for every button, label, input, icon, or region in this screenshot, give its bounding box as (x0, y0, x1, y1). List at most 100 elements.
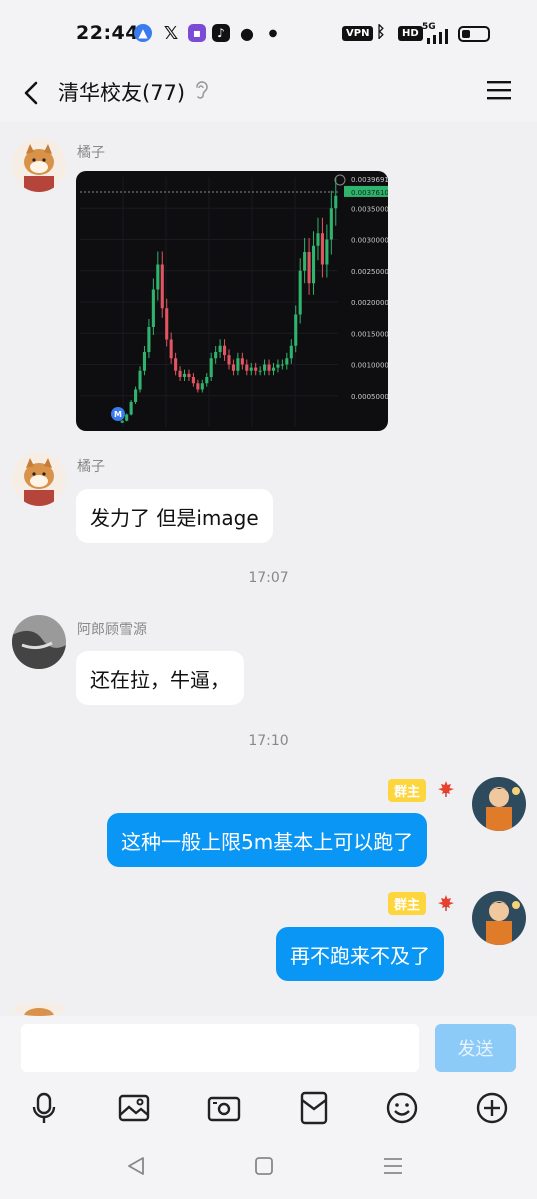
candle (200, 383, 204, 390)
nav-home-icon[interactable] (252, 1154, 276, 1178)
message-bubble[interactable]: 发力了 但是image (76, 489, 273, 543)
message-bubble[interactable]: 还在拉，牛逼， (76, 651, 244, 705)
candle (320, 233, 324, 265)
nav-back-icon[interactable] (124, 1154, 148, 1178)
wechat-icon: ● (240, 23, 254, 43)
candle (258, 370, 262, 372)
candle (120, 420, 124, 423)
tiktok-icon: ♪ (212, 24, 230, 42)
chart-plus-icon (334, 174, 346, 186)
candle (178, 370, 182, 377)
app-icon: ▪ (188, 24, 206, 42)
candle (249, 367, 253, 371)
message-bubble[interactable]: 这种一般上限5m基本上可以跑了 (107, 813, 428, 867)
candle (169, 339, 173, 359)
candle (298, 270, 302, 315)
candle (231, 364, 236, 371)
candle (182, 373, 187, 377)
sender-name: 橘子 (77, 459, 105, 475)
price-label: 0.0020000 (351, 299, 388, 307)
candle (276, 364, 280, 368)
candle (294, 314, 298, 346)
candle (209, 358, 213, 377)
x-icon: 𝕏 (163, 22, 179, 44)
chat-title[interactable]: 清华校友(77) (58, 77, 185, 107)
candle (222, 345, 227, 356)
price-label: 0.0025000 (351, 268, 388, 276)
candle (267, 364, 271, 371)
system-nav-bar (0, 1132, 537, 1199)
price-label: 0.0035000 (351, 205, 388, 213)
candle (191, 377, 195, 384)
message-bubble[interactable]: 再不跑来不及了 (276, 927, 444, 981)
candle (196, 383, 200, 390)
status-bar: 22:44 ▲ 𝕏 ▪ ♪ ● ● VPN ᛒ HD 5G (0, 0, 537, 68)
avatar[interactable] (472, 891, 526, 945)
candle (165, 308, 169, 340)
candle (147, 327, 151, 352)
image-icon[interactable] (116, 1090, 152, 1126)
candle (316, 233, 320, 246)
menu-icon[interactable] (486, 78, 512, 102)
vpn-icon: VPN (342, 26, 374, 41)
sender-name: 阿郎顾雪源 (77, 622, 147, 638)
timestamp: 17:07 (248, 570, 289, 586)
owner-badge: 群主 (388, 779, 427, 802)
emoji-icon[interactable] (384, 1090, 420, 1126)
candle (214, 352, 218, 359)
avatar[interactable] (12, 138, 66, 192)
candle (240, 358, 244, 365)
price-label: 0.0037610 (351, 189, 388, 197)
avatar[interactable] (12, 1002, 66, 1016)
candle (156, 264, 160, 290)
dot-icon: ● (268, 27, 278, 39)
candle (289, 345, 293, 359)
avatar[interactable] (472, 777, 526, 831)
mic-icon[interactable] (26, 1090, 62, 1126)
candle (125, 414, 129, 421)
candle (187, 373, 191, 377)
owner-badge: 群主 (388, 892, 427, 915)
price-label: 0.0039691 (351, 176, 388, 184)
send-button[interactable]: 发送 (435, 1024, 516, 1072)
candle (160, 264, 164, 309)
maple-leaf-icon (438, 895, 454, 911)
candle (325, 239, 329, 265)
avatar[interactable] (12, 615, 66, 669)
avatar[interactable] (12, 452, 66, 506)
marker-label: M (114, 410, 122, 419)
candle (280, 364, 284, 366)
status-time: 22:44 (76, 22, 139, 44)
candle (236, 358, 240, 371)
red-packet-icon[interactable] (296, 1090, 332, 1126)
candle (138, 370, 142, 390)
candle (134, 389, 138, 402)
price-label: 0.0010000 (351, 362, 388, 370)
candle (218, 345, 222, 352)
message-input[interactable] (21, 1024, 419, 1072)
candle (254, 367, 258, 371)
candle (151, 289, 155, 327)
candle (307, 252, 311, 284)
nav-menu-icon[interactable] (381, 1154, 405, 1178)
chart-image[interactable]: 0.0039691 0.0037610 0.0035000 0.0030000 0.00… (76, 171, 388, 431)
candle (129, 402, 133, 415)
hd-icon: HD (398, 26, 423, 41)
candle (329, 208, 333, 240)
back-icon[interactable] (18, 78, 48, 108)
candle (245, 364, 249, 371)
camera-icon[interactable] (206, 1090, 242, 1126)
candle (303, 252, 307, 271)
candle (227, 355, 231, 365)
candle (174, 358, 178, 371)
bluetooth-icon: ᛒ (376, 22, 386, 41)
ear-icon[interactable] (192, 79, 210, 101)
input-toolbar (0, 1086, 537, 1132)
candle (142, 352, 147, 371)
price-label: 0.00050000 (351, 393, 388, 401)
price-label: 0.0030000 (351, 237, 388, 245)
price-chart: 0.0039691 0.0037610 0.0035000 0.0030000 0.00… (80, 174, 388, 427)
battery-fill (462, 30, 471, 38)
plus-icon[interactable] (474, 1090, 510, 1126)
battery-icon (458, 26, 490, 42)
